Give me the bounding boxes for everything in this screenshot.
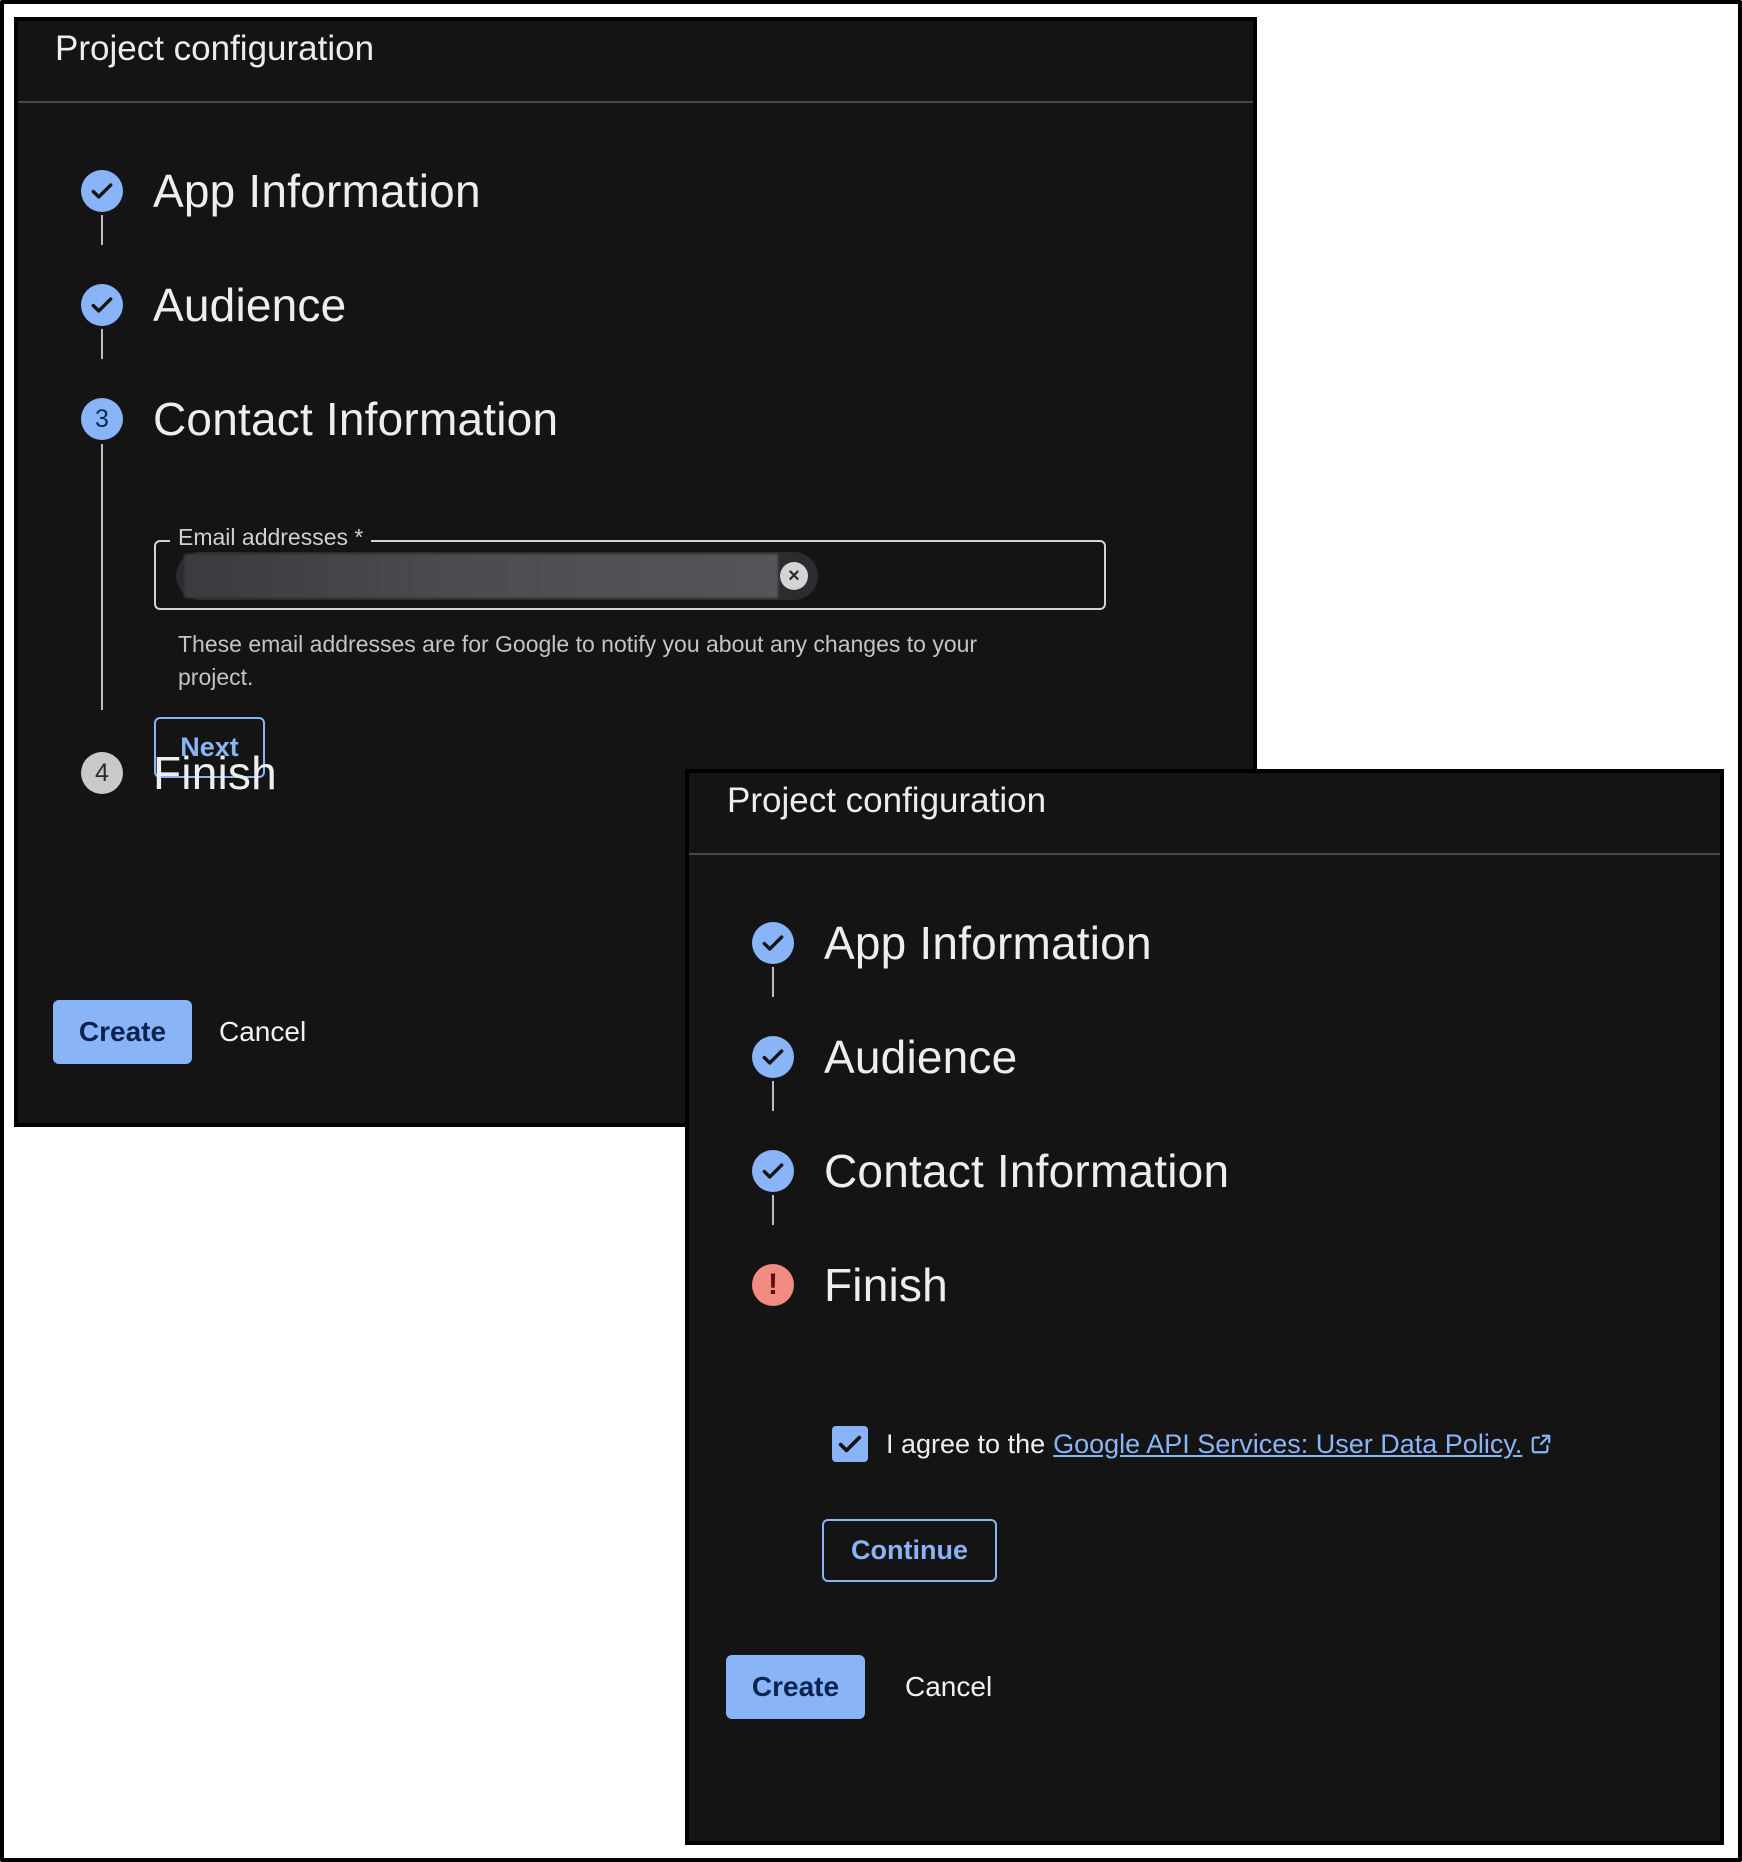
cancel-button[interactable]: Cancel [905, 1655, 992, 1719]
email-addresses-field[interactable]: Email addresses * × [154, 524, 1106, 610]
check-circle-icon [81, 170, 123, 212]
dialog-title: Project configuration [689, 773, 1720, 855]
cancel-button[interactable]: Cancel [219, 1000, 306, 1064]
create-button[interactable]: Create [53, 1000, 192, 1064]
step-title: Finish [824, 1259, 948, 1311]
step-contact-information[interactable]: Contact Information [752, 1144, 1229, 1198]
step-title: App Information [153, 165, 481, 217]
step-audience[interactable]: Audience [81, 278, 346, 332]
step-connector [101, 444, 103, 710]
step-connector [772, 967, 774, 997]
step-app-information[interactable]: App Information [81, 164, 481, 218]
create-button[interactable]: Create [726, 1655, 865, 1719]
step-title: Contact Information [153, 393, 559, 445]
step-connector [101, 215, 103, 245]
step-title: App Information [824, 917, 1152, 969]
step-finish[interactable]: ! Finish [752, 1258, 948, 1312]
step-connector [772, 1081, 774, 1111]
step-contact-information[interactable]: 3 Contact Information [81, 392, 558, 446]
check-circle-icon [81, 284, 123, 326]
step-title: Audience [153, 279, 347, 331]
step-title: Finish [153, 747, 277, 799]
email-chip[interactable]: × [176, 552, 818, 600]
check-circle-icon [752, 1036, 794, 1078]
user-data-policy-link[interactable]: Google API Services: User Data Policy. [1053, 1429, 1522, 1460]
step-title: Contact Information [824, 1145, 1230, 1197]
email-field-label: Email addresses * [170, 524, 372, 551]
policy-agreement: I agree to the Google API Services: User… [832, 1426, 1552, 1462]
redacted-email [184, 554, 778, 598]
checkbox-checked-icon[interactable] [832, 1426, 868, 1462]
step-audience[interactable]: Audience [752, 1030, 1017, 1084]
step-finish[interactable]: 4 Finish [81, 746, 277, 800]
dialog-title: Project configuration [18, 21, 1253, 103]
external-link-icon[interactable] [1530, 1433, 1552, 1455]
step-title: Audience [824, 1031, 1018, 1083]
error-icon: ! [752, 1264, 794, 1306]
email-hint-text: These email addresses are for Google to … [178, 631, 978, 690]
check-circle-icon [752, 922, 794, 964]
step-number-icon: 3 [81, 398, 123, 440]
project-configuration-dialog-finish-step: Project configuration App Information Au… [685, 769, 1724, 1845]
agreement-text: I agree to the [886, 1428, 1046, 1459]
clear-icon[interactable]: × [780, 562, 808, 590]
step-connector [772, 1195, 774, 1225]
step-app-information[interactable]: App Information [752, 916, 1152, 970]
step-connector [101, 329, 103, 359]
step-number-icon: 4 [81, 752, 123, 794]
continue-button[interactable]: Continue [822, 1519, 997, 1582]
check-circle-icon [752, 1150, 794, 1192]
